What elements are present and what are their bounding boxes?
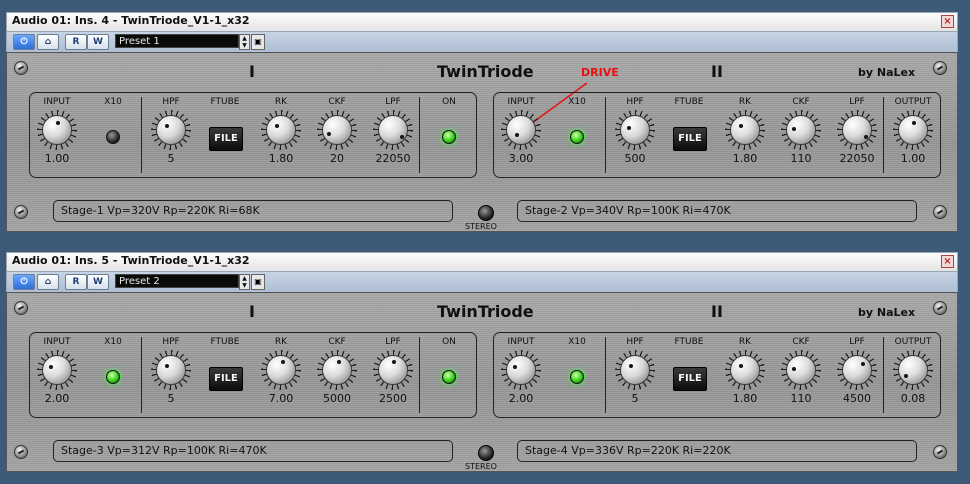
screw-icon xyxy=(933,445,947,459)
plugin-title: TwinTriode xyxy=(437,302,534,321)
bypass-icon[interactable]: ⌂ xyxy=(37,34,59,50)
stage4-info-box: Stage-4 Vp=336V Rp=220K Ri=220K xyxy=(517,440,917,462)
stage3-input-knob[interactable]: INPUT 2.00 xyxy=(29,336,85,405)
stage1-x10-group: X10 xyxy=(104,97,122,107)
stage1-hpf-knob[interactable]: HPF 5 xyxy=(143,96,199,165)
stage2-info-box: Stage-2 Vp=340V Rp=100K Ri=470K xyxy=(517,200,917,222)
stage3-lpf-knob[interactable]: LPF 2500 xyxy=(365,336,421,405)
divider xyxy=(605,337,606,413)
stage1-ftube-group: FTUBE xyxy=(210,97,240,107)
stage3-x10-group: X10 xyxy=(104,337,122,347)
stage3-info-box: Stage-3 Vp=312V Rp=100K Ri=470K xyxy=(53,440,453,462)
stage2-ckf-knob[interactable]: CKF 110 xyxy=(773,96,829,165)
power-icon[interactable]: ⏻ xyxy=(13,274,35,290)
preset-menu-icon[interactable]: ▣ xyxy=(251,34,265,50)
stage4-hpf-knob[interactable]: HPF 5 xyxy=(607,336,663,405)
stage2-hpf-knob[interactable]: HPF 500 xyxy=(607,96,663,165)
stereo-label: STEREO xyxy=(465,222,497,231)
window-title: Audio 01: Ins. 4 - TwinTriode_V1-1_x32 xyxy=(12,14,250,27)
stage4-lpf-knob[interactable]: LPF 4500 xyxy=(829,336,885,405)
write-automation-button[interactable]: W xyxy=(87,34,109,50)
read-automation-button[interactable]: R xyxy=(65,274,87,290)
screw-icon xyxy=(14,445,28,459)
read-automation-button[interactable]: R xyxy=(65,34,87,50)
preset-selector[interactable]: Preset 1 xyxy=(115,34,239,48)
plugin-window-1: Audio 01: Ins. 4 - TwinTriode_V1-1_x32 ×… xyxy=(6,12,958,232)
stage1-on-led[interactable] xyxy=(442,130,456,144)
preset-spin-icon[interactable]: ▲ ▼ xyxy=(239,274,250,290)
stage3-ftube-group: FTUBE xyxy=(210,337,240,347)
stereo-switch[interactable] xyxy=(478,445,494,461)
screw-icon xyxy=(933,301,947,315)
bypass-icon[interactable]: ⌂ xyxy=(37,274,59,290)
stage4-ckf-knob[interactable]: CKF 110 xyxy=(773,336,829,405)
close-icon[interactable]: × xyxy=(941,255,954,268)
stereo-label: STEREO xyxy=(465,462,497,471)
stage2-lpf-knob[interactable]: LPF 22050 xyxy=(829,96,885,165)
window-title: Audio 01: Ins. 5 - TwinTriode_V1-1_x32 xyxy=(12,254,250,267)
stage4-output-knob[interactable]: OUTPUT 0.08 xyxy=(885,336,941,405)
stage1-info-box: Stage-1 Vp=320V Rp=220K Ri=68K xyxy=(53,200,453,222)
stage4-file-button[interactable]: FILE xyxy=(673,367,707,391)
preset-spin-icon[interactable]: ▲ ▼ xyxy=(239,34,250,50)
title-bar[interactable]: Audio 01: Ins. 4 - TwinTriode_V1-1_x32 × xyxy=(6,12,958,32)
stage2-ftube-group: FTUBE xyxy=(674,97,704,107)
screw-icon xyxy=(14,301,28,315)
stage3-on-group: ON xyxy=(442,337,456,347)
stage3-x10-led[interactable] xyxy=(106,370,120,384)
preset-selector[interactable]: Preset 2 xyxy=(115,274,239,288)
plugin-toolbar: ⏻ ⌂ R W Preset 1 ▲ ▼ ▣ xyxy=(6,32,958,52)
section-two-label: II xyxy=(711,302,723,321)
stage2-x10-led[interactable] xyxy=(570,130,584,144)
plugin-panel: I TwinTriode II by NaLex INPUT 2.00 X10 … xyxy=(6,292,958,472)
stage3-on-led[interactable] xyxy=(442,370,456,384)
stage4-input-knob[interactable]: INPUT 2.00 xyxy=(493,336,549,405)
stage1-x10-led[interactable] xyxy=(106,130,120,144)
stage4-rk-knob[interactable]: RK 1.80 xyxy=(717,336,773,405)
section-one-label: I xyxy=(249,302,255,321)
stage2-input-knob[interactable]: INPUT 3.00 xyxy=(493,96,549,165)
byline: by NaLex xyxy=(858,306,916,319)
plugin-panel: I TwinTriode II by NaLex DRIVE INPUT 1.0… xyxy=(6,52,958,232)
stage3-hpf-knob[interactable]: HPF 5 xyxy=(143,336,199,405)
stage2-x10-group: X10 xyxy=(568,97,586,107)
stage2-file-button[interactable]: FILE xyxy=(673,127,707,151)
stage3-ckf-knob[interactable]: CKF 5000 xyxy=(309,336,365,405)
stage4-ftube-group: FTUBE xyxy=(674,337,704,347)
write-automation-button[interactable]: W xyxy=(87,274,109,290)
title-bar[interactable]: Audio 01: Ins. 5 - TwinTriode_V1-1_x32 × xyxy=(6,252,958,272)
stage1-file-button[interactable]: FILE xyxy=(209,127,243,151)
stage1-lpf-knob[interactable]: LPF 22050 xyxy=(365,96,421,165)
divider xyxy=(605,97,606,173)
stage1-rk-knob[interactable]: RK 1.80 xyxy=(253,96,309,165)
plugin-window-2: Audio 01: Ins. 5 - TwinTriode_V1-1_x32 ×… xyxy=(6,252,958,472)
power-icon[interactable]: ⏻ xyxy=(13,34,35,50)
stage4-x10-group: X10 xyxy=(568,337,586,347)
divider xyxy=(141,97,142,173)
stage2-rk-knob[interactable]: RK 1.80 xyxy=(717,96,773,165)
stage2-output-knob[interactable]: OUTPUT 1.00 xyxy=(885,96,941,165)
plugin-toolbar: ⏻ ⌂ R W Preset 2 ▲ ▼ ▣ xyxy=(6,272,958,292)
stage3-rk-knob[interactable]: RK 7.00 xyxy=(253,336,309,405)
preset-menu-icon[interactable]: ▣ xyxy=(251,274,265,290)
close-icon[interactable]: × xyxy=(941,15,954,28)
stereo-switch[interactable] xyxy=(478,205,494,221)
stage3-file-button[interactable]: FILE xyxy=(209,367,243,391)
stage1-ckf-knob[interactable]: CKF 20 xyxy=(309,96,365,165)
stage4-x10-led[interactable] xyxy=(570,370,584,384)
stage1-on-group: ON xyxy=(442,97,456,107)
stage1-input-knob[interactable]: INPUT 1.00 xyxy=(29,96,85,165)
divider xyxy=(141,337,142,413)
